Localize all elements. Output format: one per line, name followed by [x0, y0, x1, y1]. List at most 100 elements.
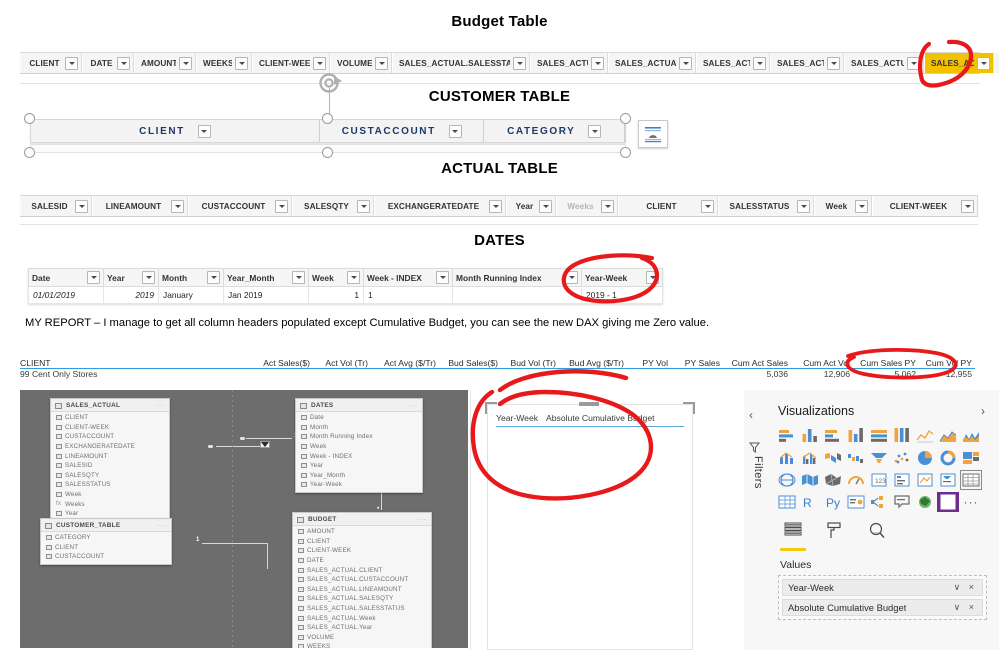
- model-field[interactable]: SALES_ACTUAL.CLIENT: [293, 565, 431, 575]
- card-icon[interactable]: 123: [868, 470, 890, 490]
- report-column-header[interactable]: Cum Act Sales: [720, 358, 788, 368]
- column-header-cell[interactable]: Year: [506, 196, 556, 216]
- arcgis-map-icon[interactable]: [914, 492, 936, 512]
- model-field[interactable]: SALES_ACTUAL.Week: [293, 613, 431, 623]
- filter-dropdown-button[interactable]: [588, 124, 602, 138]
- waterfall-chart-icon[interactable]: [845, 448, 867, 468]
- report-column-header[interactable]: Absolute Cumulative Budget: [972, 358, 975, 368]
- filter-dropdown-button[interactable]: [565, 271, 578, 284]
- model-field[interactable]: DATE: [293, 556, 431, 566]
- model-field[interactable]: Month: [296, 423, 422, 433]
- filter-dropdown-button[interactable]: [375, 56, 388, 70]
- column-header-cell[interactable]: SALESQTY: [292, 196, 374, 216]
- ribbon-chart-icon[interactable]: [822, 448, 844, 468]
- model-field[interactable]: AMOUNT: [293, 527, 431, 537]
- filter-dropdown-button[interactable]: [197, 124, 211, 138]
- filter-dropdown-button[interactable]: [75, 199, 88, 213]
- values-field-actions[interactable]: ∨ ×: [954, 582, 977, 593]
- report-column-header[interactable]: Act Avg ($/Tr): [368, 358, 436, 368]
- column-header-cell[interactable]: LINEAMOUNT: [92, 196, 188, 216]
- filter-dropdown-button[interactable]: [646, 271, 659, 284]
- filter-dropdown-button[interactable]: [679, 56, 692, 70]
- visual-column-header[interactable]: Year-Week: [496, 413, 538, 423]
- filter-dropdown-button[interactable]: [347, 271, 360, 284]
- model-field[interactable]: SALESQTY: [51, 471, 169, 481]
- filter-dropdown-button[interactable]: [513, 56, 526, 70]
- column-header-cell[interactable]: CLIENT: [618, 196, 718, 216]
- column-header-cell[interactable]: YEAR: [994, 53, 999, 73]
- model-table-sales_actual[interactable]: SALES_ACTUAL ··· CLIENT CLIENT-WEEK CUSTACCO…: [50, 398, 170, 522]
- column-header-cell[interactable]: DATE: [82, 53, 134, 73]
- model-field[interactable]: EXCHANGERATEDATE: [51, 442, 169, 452]
- treemap-icon[interactable]: [960, 448, 982, 468]
- column-header-cell[interactable]: SALES_ACTUAL.CL: [844, 53, 924, 73]
- column-header-cell[interactable]: CLIENT: [31, 120, 321, 142]
- column-header-cell[interactable]: SALES_ACTUAL.SALESSTATUS: [392, 53, 530, 73]
- column-header-cell[interactable]: CATEGORY: [484, 120, 626, 142]
- values-field-well[interactable]: Year-Week ∨ × Absolute Cumulative Budget ∨ …: [778, 574, 987, 620]
- filter-dropdown-button[interactable]: [539, 199, 552, 213]
- column-header-cell[interactable]: AMOUNT: [134, 53, 196, 73]
- model-field[interactable]: CLIENT: [51, 413, 169, 423]
- model-field[interactable]: SALES_ACTUAL.SALESSTATUS: [293, 604, 431, 614]
- table-visual[interactable]: Year-Week Absolute Cumulative Budget: [487, 404, 693, 650]
- model-field[interactable]: Year_Month: [296, 471, 422, 481]
- values-field-chip[interactable]: Year-Week ∨ ×: [782, 578, 983, 596]
- visual-corner-top-left[interactable]: [485, 402, 497, 414]
- filter-dropdown-button[interactable]: [448, 124, 462, 138]
- resize-handle-top-center[interactable]: [322, 113, 333, 124]
- filter-dropdown-button[interactable]: [855, 199, 868, 213]
- filter-dropdown-button[interactable]: [357, 199, 370, 213]
- column-header-cell[interactable]: CUSTACCOUNT: [320, 120, 485, 142]
- report-column-header[interactable]: PY Sales: [668, 358, 720, 368]
- funnel-chart-icon[interactable]: [868, 448, 890, 468]
- dates-column-header[interactable]: Date: [28, 268, 104, 287]
- donut-chart-icon[interactable]: [937, 448, 959, 468]
- model-field[interactable]: SALES_ACTUAL.LINEAMOUNT: [293, 585, 431, 595]
- dates-column-header[interactable]: Week - INDEX: [363, 268, 453, 287]
- column-header-cell[interactable]: SALESSTATUS: [718, 196, 814, 216]
- filter-dropdown-button[interactable]: [701, 199, 714, 213]
- customer-table-image-object[interactable]: CLIENT CUSTACCOUNT CATEGORY: [24, 113, 632, 158]
- slicer-icon[interactable]: [937, 470, 959, 490]
- pie-chart-icon[interactable]: [914, 448, 936, 468]
- filter-dropdown-button[interactable]: [436, 271, 449, 284]
- column-header-cell[interactable]: EXCHANGERATEDATE: [374, 196, 506, 216]
- filters-rail[interactable]: ‹ Filters: [744, 390, 767, 650]
- funnel-icon[interactable]: [748, 442, 761, 456]
- column-header-cell[interactable]: WEEKS: [196, 53, 252, 73]
- more-options-icon[interactable]: ···: [960, 492, 982, 512]
- filter-dropdown-button[interactable]: [142, 271, 155, 284]
- report-canvas[interactable]: Year-Week Absolute Cumulative Budget: [470, 390, 736, 650]
- model-field[interactable]: Date: [296, 413, 422, 423]
- column-header-cell[interactable]: CUSTACCOUNT: [188, 196, 292, 216]
- resize-handle-top-right[interactable]: [620, 113, 631, 124]
- filter-dropdown-button[interactable]: [977, 56, 990, 70]
- model-field[interactable]: SALES_ACTUAL.Year: [293, 623, 431, 633]
- column-header-cell[interactable]: SALES_ACTUA: [696, 53, 770, 73]
- filter-dropdown-button[interactable]: [207, 271, 220, 284]
- resize-handle-bottom-center[interactable]: [322, 147, 333, 158]
- picture-layout-options-button[interactable]: [638, 120, 668, 148]
- r-script-visual-icon[interactable]: R: [799, 492, 821, 512]
- column-header-cell[interactable]: CLIENT-WEEK: [252, 53, 330, 73]
- filter-dropdown-button[interactable]: [753, 56, 766, 70]
- report-column-header[interactable]: Cum Act Vol: [788, 358, 850, 368]
- paginated-report-icon[interactable]: [937, 492, 959, 512]
- report-column-header[interactable]: Cum Sales PY: [850, 358, 916, 368]
- model-field[interactable]: SALESSTATUS: [51, 480, 169, 490]
- dates-column-header[interactable]: Year-Week: [581, 268, 663, 287]
- filter-dropdown-button[interactable]: [591, 56, 604, 70]
- shape-map-icon[interactable]: [822, 470, 844, 490]
- line-clustered-column-chart-icon[interactable]: [799, 448, 821, 468]
- area-chart-icon[interactable]: [937, 426, 959, 446]
- dates-column-header[interactable]: Year: [103, 268, 159, 287]
- model-field[interactable]: SALES_ACTUAL.SALESQTY: [293, 594, 431, 604]
- dates-column-header[interactable]: Month Running Index: [452, 268, 582, 287]
- column-header-cell[interactable]: VOLUME: [330, 53, 392, 73]
- model-field[interactable]: Year: [296, 461, 422, 471]
- filter-dropdown-button[interactable]: [489, 199, 502, 213]
- column-header-cell[interactable]: SALES_ACTUAL.CUS: [608, 53, 696, 73]
- multi-row-card-icon[interactable]: [891, 470, 913, 490]
- more-options-icon[interactable]: ···: [156, 403, 165, 409]
